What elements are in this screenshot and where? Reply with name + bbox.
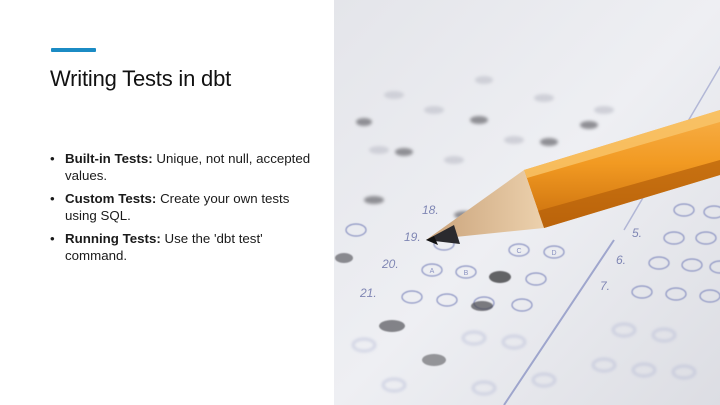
bullet-dot-icon: •	[50, 191, 55, 206]
bubble-letter: D	[551, 250, 556, 257]
slide: Writing Tests in dbt • Built-in Tests: U…	[0, 0, 720, 405]
answer-sheet-with-pencil-image: 18. 19. 20. 21. C D A B 5. 6. 7.	[334, 0, 720, 405]
bubble-letter: B	[464, 270, 469, 277]
bubble-letter: C	[516, 248, 521, 255]
answer-sheet-photo: 18. 19. 20. 21. C D A B 5. 6. 7.	[334, 0, 720, 405]
row-number: 5.	[632, 226, 642, 240]
bullet-dot-icon: •	[50, 151, 55, 166]
bullet-dot-icon: •	[50, 231, 55, 246]
row-number: 20.	[381, 257, 399, 271]
bullet-item: • Built-in Tests: Unique, not null, acce…	[50, 151, 315, 184]
row-number: 6.	[616, 253, 626, 267]
bullet-item: • Custom Tests: Create your own tests us…	[50, 191, 315, 224]
bullet-heading: Custom Tests:	[65, 191, 157, 206]
bullet-list: • Built-in Tests: Unique, not null, acce…	[50, 151, 315, 271]
title-accent-bar	[51, 48, 96, 52]
bullet-heading: Built-in Tests:	[65, 151, 153, 166]
slide-title: Writing Tests in dbt	[50, 66, 232, 91]
row-number: 18.	[422, 203, 439, 217]
bubble-letter: A	[430, 268, 435, 275]
row-number: 19.	[404, 230, 421, 244]
row-number: 21.	[359, 286, 377, 300]
bullet-item: • Running Tests: Use the 'dbt test' comm…	[50, 231, 315, 264]
bullet-heading: Running Tests:	[65, 231, 161, 246]
row-number: 7.	[600, 279, 610, 293]
